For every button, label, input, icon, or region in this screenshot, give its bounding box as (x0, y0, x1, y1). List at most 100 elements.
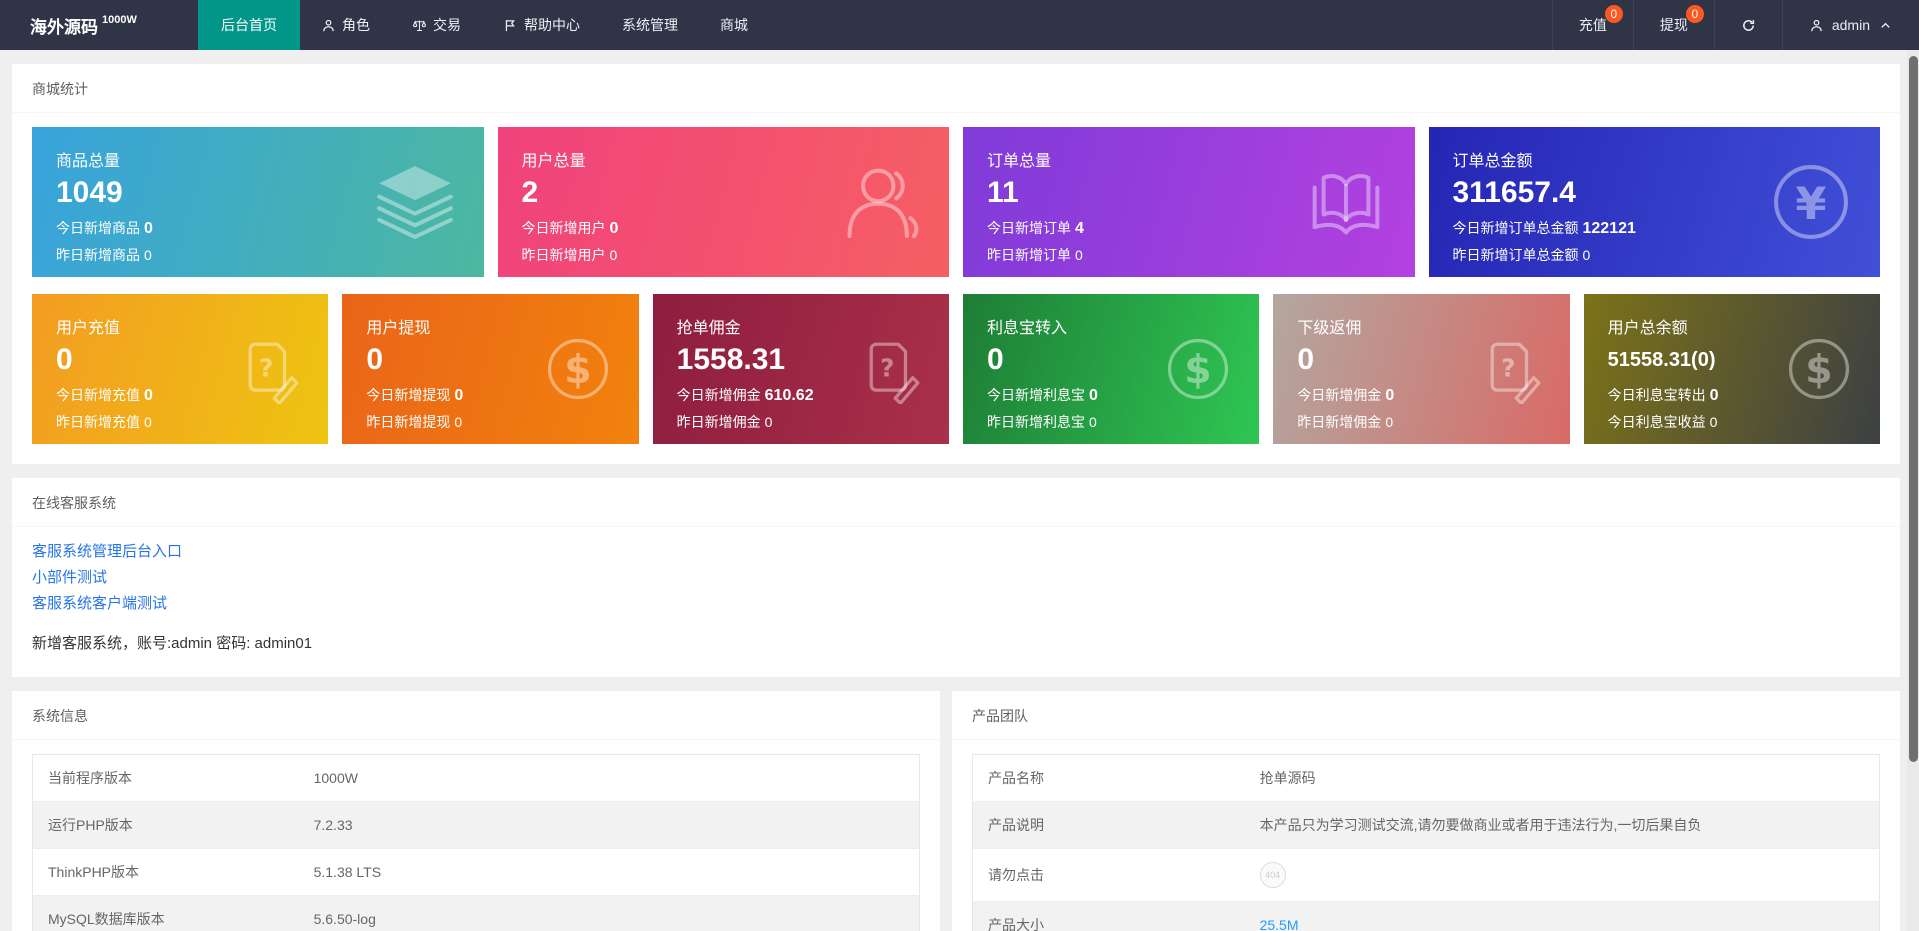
dollar-icon: $ (1784, 334, 1854, 404)
stat-line-label: 今日新增佣金 (1297, 387, 1382, 403)
svg-text:$: $ (1185, 347, 1212, 393)
nav-item-help-center[interactable]: 帮助中心 (482, 0, 601, 50)
stat-line-value: 0 (764, 414, 773, 430)
stat-card-interest-in: 利息宝转入 0 今日新增利息宝 0 昨日新增利息宝 0 $ (962, 294, 1260, 444)
stat-line-value: 0 (454, 414, 463, 430)
product-team-table: 产品名称 抢单源码 产品说明 本产品只为学习测试交流,请勿要做商业或者用于违法行… (972, 754, 1880, 931)
table-row: 产品说明 本产品只为学习测试交流,请勿要做商业或者用于违法行为,一切后果自负 (972, 801, 1880, 849)
table-row: ThinkPHP版本 5.1.38 LTS (32, 848, 920, 896)
stat-line-value: 0 (1582, 247, 1591, 263)
nav-item-dashboard[interactable]: 后台首页 (198, 0, 300, 50)
stat-line-value: 0 (144, 387, 153, 404)
stat-line-label: 昨日新增商品 (56, 247, 140, 263)
stat-line-label: 今日新增订单总金额 (1452, 220, 1579, 236)
dollar-icon: $ (543, 334, 613, 404)
product-team-panel: 产品团队 产品名称 抢单源码 产品说明 本产品只为学习测试交流,请勿要做商业或者… (952, 691, 1900, 931)
nav-item-label: 交易 (433, 17, 461, 33)
doc-question-icon: ? (232, 334, 302, 404)
top-navbar: 海外源码 1000W 后台首页 角色 交易 帮助中心 系统管理 商城 充值 0 … (0, 0, 1919, 50)
stats-panel-title: 商城统计 (12, 64, 1900, 113)
row-label: 请勿点击 (972, 848, 1245, 902)
refresh-button[interactable] (1713, 0, 1782, 50)
stat-line-value: 0 (454, 387, 464, 404)
stat-line-value: 0 (609, 247, 618, 263)
row-label: 当前程序版本 (32, 754, 299, 802)
doc-question-icon: ? (853, 334, 923, 404)
svg-text:$: $ (1805, 347, 1832, 393)
row-value: 本产品只为学习测试交流,请勿要做商业或者用于违法行为,一切后果自负 (1244, 801, 1880, 849)
stat-line-label: 昨日新增订单 (987, 247, 1071, 263)
layers-icon (372, 159, 458, 245)
withdraw-badge: 0 (1685, 5, 1704, 23)
row-value: 1000W (298, 754, 920, 802)
nav-item-roles[interactable]: 角色 (300, 0, 391, 50)
stat-line-label: 今日新增充值 (56, 387, 140, 403)
app-logo-text: 海外源码 (30, 17, 98, 37)
stats-panel: 商城统计 商品总量 1049 今日新增商品 0 昨日新增商品 0 用户总量 2 今日… (12, 64, 1900, 464)
recharge-button[interactable]: 充值 0 (1551, 0, 1633, 50)
row-label: 产品说明 (972, 801, 1245, 849)
stat-line-value: 0 (1088, 414, 1097, 430)
stat-line-value: 0 (144, 220, 153, 237)
book-icon (1303, 159, 1389, 245)
stat-line-value: 0 (1385, 387, 1395, 404)
stat-line-label: 今日利息宝转出 (1607, 387, 1706, 403)
row-label: 运行PHP版本 (32, 801, 299, 849)
stat-line-label: 今日新增订单 (987, 220, 1071, 236)
recharge-label: 充值 (1578, 17, 1607, 33)
stat-card-order-commission: 抢单佣金 1558.31 今日新增佣金 610.62 昨日新增佣金 0 ? (652, 294, 949, 444)
system-info-table: 当前程序版本 1000W 运行PHP版本 7.2.33 ThinkPHP版本 5… (32, 754, 920, 931)
table-row: MySQL数据库版本 5.6.50-log (32, 895, 920, 931)
stat-line-value: 122121 (1582, 220, 1636, 237)
stat-line-value: 0 (144, 414, 152, 430)
nav-item-label: 帮助中心 (524, 17, 580, 33)
stat-card-order-amount: 订单总金额 311657.4 今日新增订单总金额 122121 昨日新增订单总金额… (1428, 127, 1880, 277)
broken-image-404-badge[interactable]: 404 (1259, 862, 1286, 888)
dollar-icon: $ (1163, 334, 1233, 404)
table-row: 产品名称 抢单源码 (972, 754, 1880, 802)
widget-test-link[interactable]: 小部件测试 (32, 565, 1880, 591)
app-logo: 海外源码 1000W (0, 0, 198, 50)
stat-card-sub-commission: 下级返佣 0 今日新增佣金 0 昨日新增佣金 0 ? (1273, 294, 1570, 444)
stat-card-user-recharge: 用户充值 0 今日新增充值 0 昨日新增充值 0 ? (32, 294, 329, 444)
withdraw-label: 提现 (1659, 17, 1688, 33)
row-label: MySQL数据库版本 (32, 895, 299, 931)
table-row: 运行PHP版本 7.2.33 (32, 801, 920, 849)
svg-text:?: ? (259, 353, 273, 382)
nav-item-system-manage[interactable]: 系统管理 (601, 0, 699, 50)
stat-line-label: 今日新增提现 (366, 387, 451, 403)
stat-line-label: 今日新增用户 (521, 220, 606, 236)
online-service-panel: 在线客服系统 客服系统管理后台入口 小部件测试 客服系统客户端测试 新增客服系统… (12, 478, 1900, 677)
scales-icon (412, 18, 427, 33)
row-label: ThinkPHP版本 (32, 848, 299, 896)
stat-line-value: 4 (1075, 220, 1084, 237)
user-icon (321, 18, 336, 33)
stat-line-label: 昨日新增利息宝 (986, 414, 1085, 430)
withdraw-button[interactable]: 提现 0 (1632, 0, 1714, 50)
stat-line-value: 0 (144, 247, 152, 263)
system-info-panel: 系统信息 当前程序版本 1000W 运行PHP版本 7.2.33 ThinkPH… (12, 691, 940, 931)
stat-line-value: 0 (1709, 414, 1718, 430)
row-label: 产品名称 (972, 754, 1245, 802)
nav-item-label: 角色 (342, 17, 370, 33)
scrollbar-thumb[interactable] (1909, 56, 1918, 762)
product-size-link[interactable]: 25.5M (1260, 917, 1299, 931)
svg-text:$: $ (564, 347, 591, 393)
user-menu[interactable]: admin (1781, 0, 1919, 50)
service-admin-entry-link[interactable]: 客服系统管理后台入口 (32, 539, 1880, 565)
product-team-title: 产品团队 (952, 691, 1900, 740)
nav-item-mall[interactable]: 商城 (699, 0, 769, 50)
stat-line-label: 昨日新增提现 (366, 414, 451, 430)
stat-line-label: 昨日新增佣金 (1297, 414, 1382, 430)
stat-card-users: 用户总量 2 今日新增用户 0 昨日新增用户 0 (497, 127, 949, 277)
recharge-badge: 0 (1604, 5, 1623, 23)
yen-icon: ¥ (1768, 159, 1854, 245)
service-client-test-link[interactable]: 客服系统客户端测试 (32, 591, 1880, 617)
stat-line-value: 0 (609, 220, 619, 237)
nav-item-trade[interactable]: 交易 (391, 0, 482, 50)
stat-line-label: 今日新增利息宝 (986, 387, 1085, 403)
stat-line-value: 0 (1075, 247, 1083, 263)
scrollbar-track[interactable] (1907, 50, 1919, 931)
stat-card-user-balance: 用户总余额 51558.31(0) 今日利息宝转出 0 今日利息宝收益 0 $ (1583, 294, 1880, 444)
stat-line-label: 昨日新增订单总金额 (1452, 247, 1579, 263)
